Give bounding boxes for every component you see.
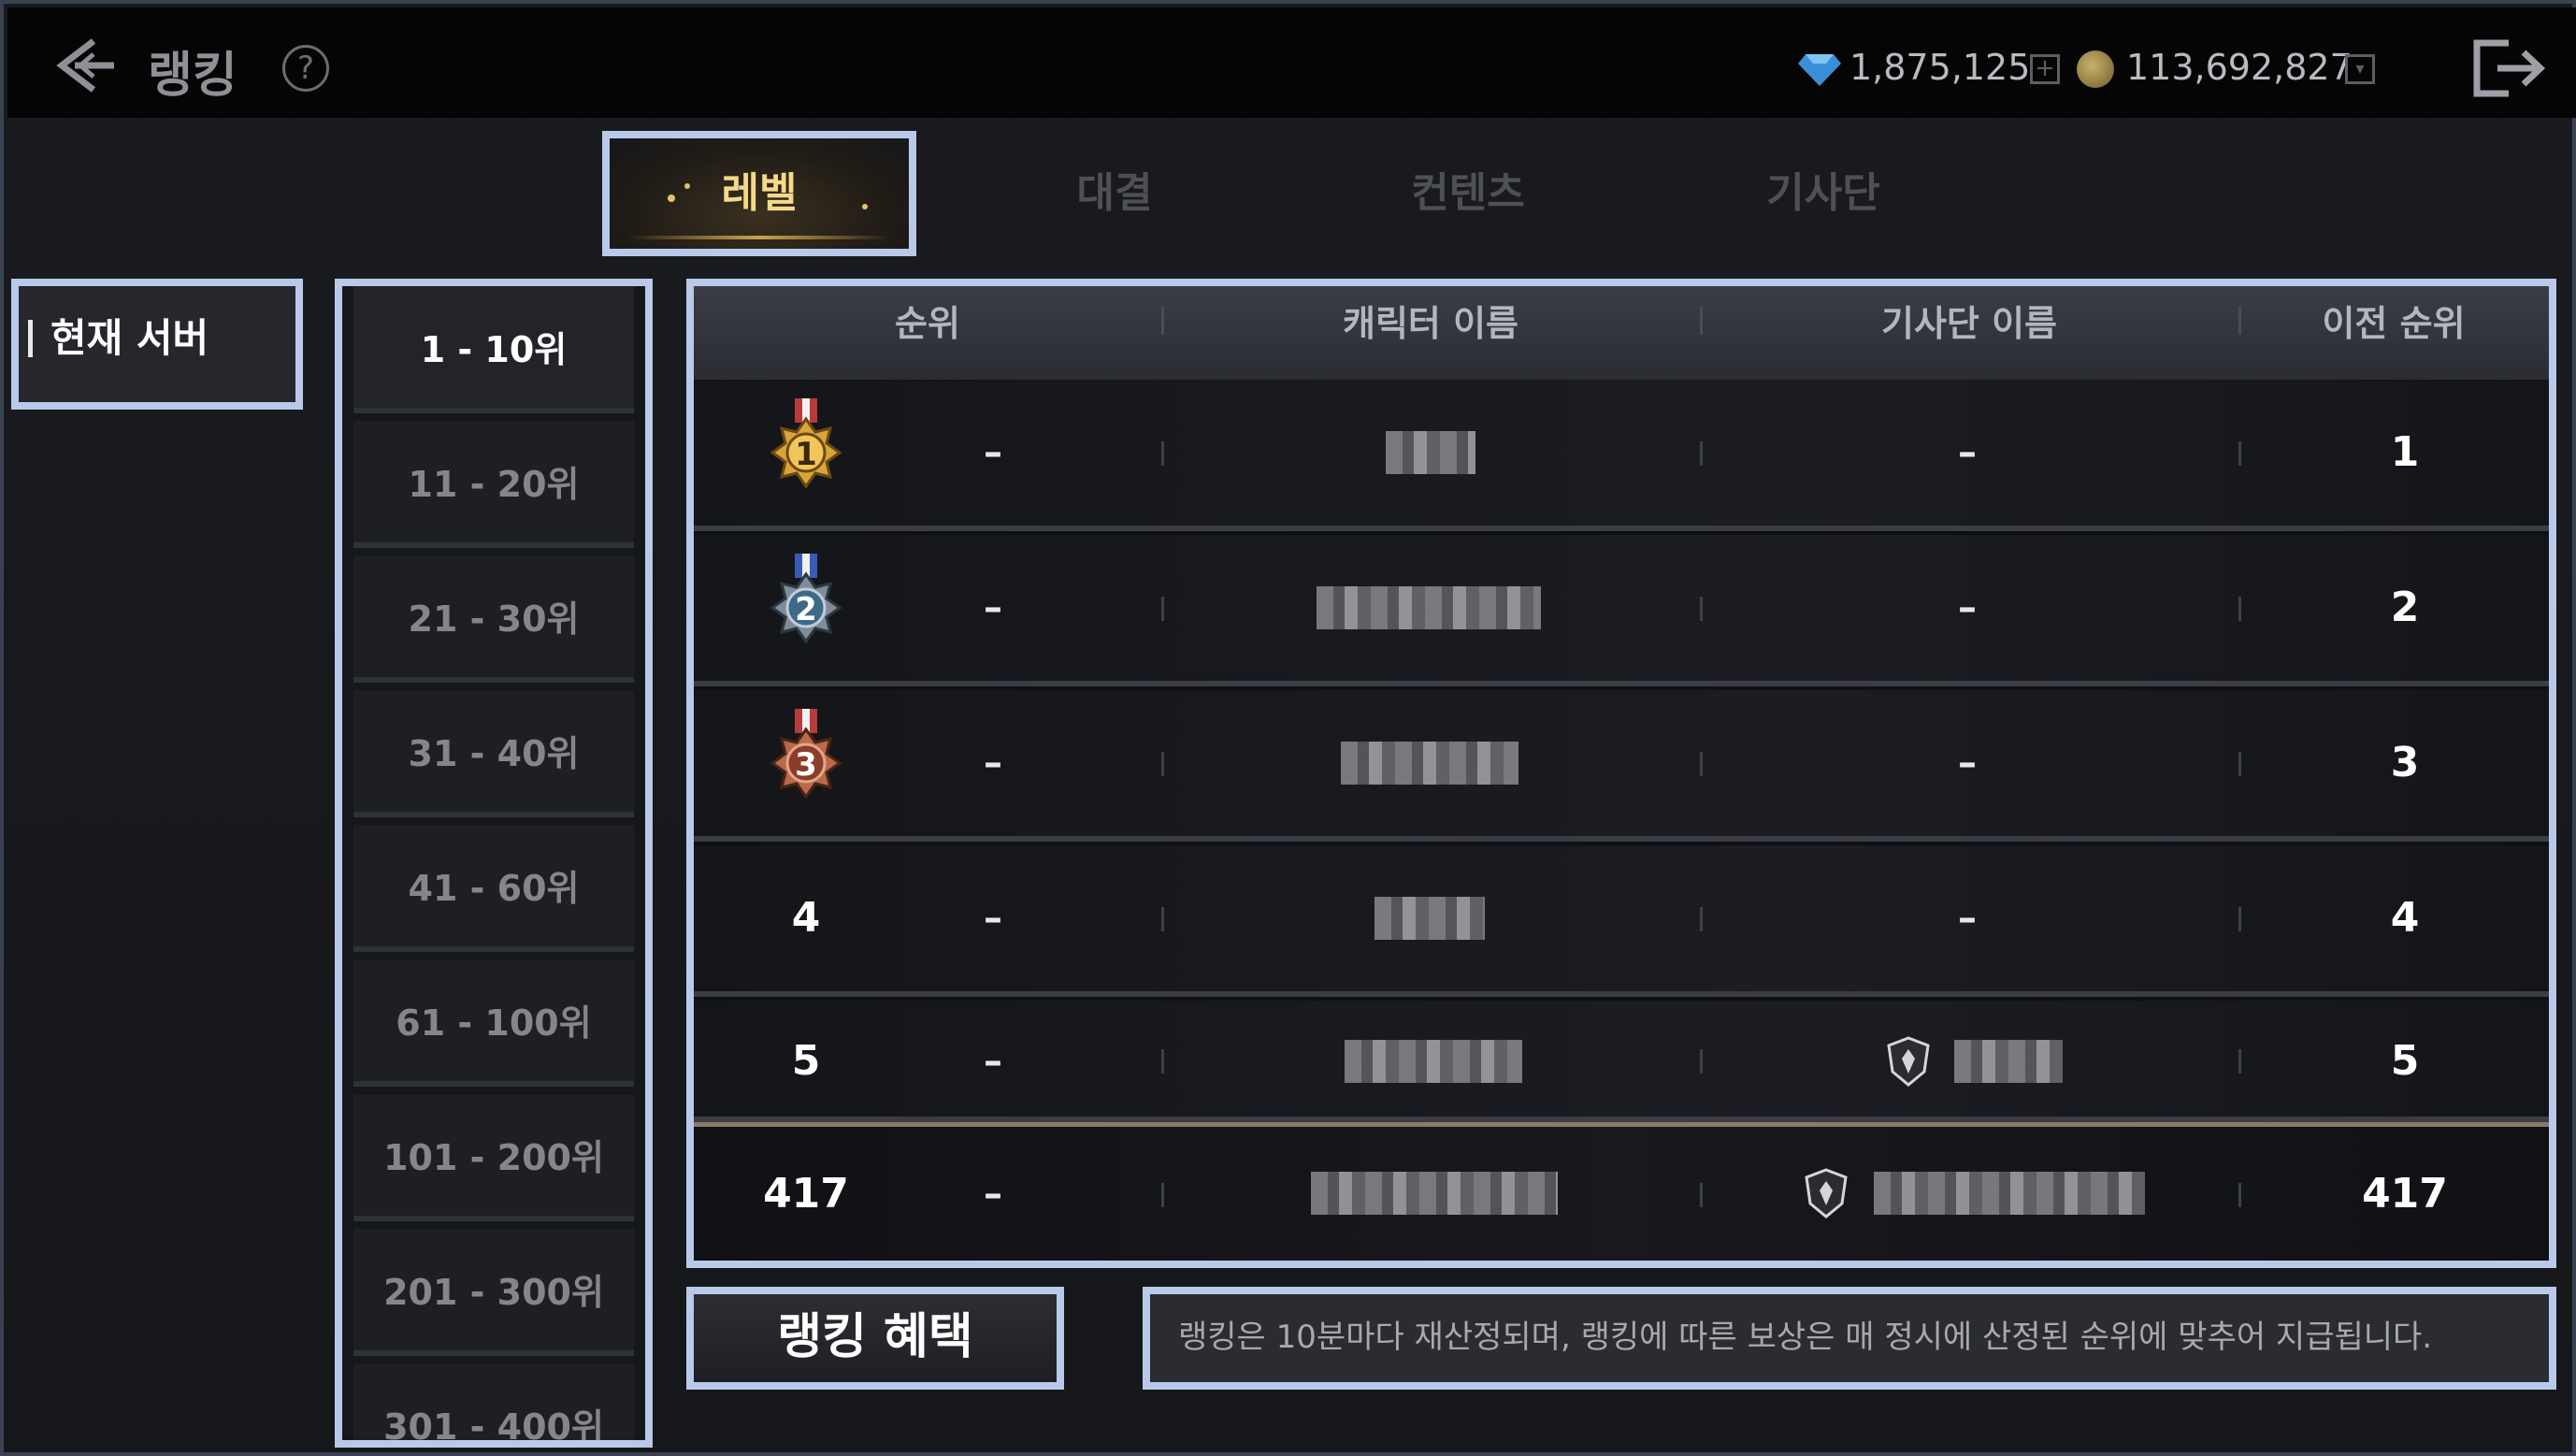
cell-divider bbox=[1161, 1183, 1164, 1207]
range-item[interactable]: 21 - 30위 bbox=[353, 555, 634, 683]
range-item[interactable]: 61 - 100위 bbox=[353, 959, 634, 1087]
exit-icon[interactable] bbox=[2471, 37, 2546, 99]
cell-divider bbox=[2238, 441, 2241, 466]
cell-divider bbox=[2238, 597, 2241, 621]
blurred-character-name bbox=[1345, 1040, 1522, 1083]
table-row[interactable]: 1 – – 1 bbox=[694, 380, 2549, 531]
gem-count: 1,875,125 bbox=[1849, 47, 2031, 88]
diamond-icon bbox=[1798, 54, 1841, 86]
rank-change: – bbox=[984, 1040, 1002, 1083]
header-previous-rank: 이전 순위 bbox=[2322, 303, 2466, 344]
cell-divider bbox=[1161, 1049, 1164, 1074]
range-item[interactable]: 201 - 300위 bbox=[353, 1229, 634, 1356]
cell-divider bbox=[1161, 752, 1164, 776]
rank-number: 5 bbox=[791, 1037, 821, 1085]
guild-name: – bbox=[1958, 586, 1977, 629]
ranking-notice: 랭킹은 10분마다 재산정되며, 랭킹에 따른 보상은 매 정시에 산정된 순위… bbox=[1143, 1287, 2556, 1390]
table-row[interactable]: 4 – – 4 bbox=[694, 845, 2549, 997]
range-item[interactable]: 41 - 60위 bbox=[353, 825, 634, 952]
ranking-benefits-button[interactable]: 랭킹 혜택 bbox=[686, 1287, 1064, 1390]
guild-name: – bbox=[1958, 431, 1977, 474]
blurred-character-name bbox=[1374, 897, 1485, 940]
blurred-guild-name bbox=[1874, 1172, 2145, 1215]
cell-divider bbox=[1700, 1183, 1703, 1207]
help-icon[interactable]: ? bbox=[282, 45, 329, 92]
rank-change: – bbox=[984, 1173, 1002, 1216]
header-guild-name: 기사단 이름 bbox=[1880, 303, 2058, 344]
previous-rank: 5 bbox=[2390, 1037, 2420, 1085]
previous-rank: 1 bbox=[2390, 428, 2420, 476]
sparkle-decoration bbox=[668, 195, 675, 202]
current-server-button[interactable]: 현재 서버 bbox=[11, 279, 303, 410]
range-item[interactable]: 31 - 40위 bbox=[353, 690, 634, 817]
guild-name: – bbox=[1958, 897, 1977, 940]
rank-change: – bbox=[984, 742, 1002, 785]
table-row[interactable]: 2 – – 2 bbox=[694, 535, 2549, 686]
range-item[interactable]: 301 - 400위 bbox=[353, 1363, 634, 1440]
blurred-character-name bbox=[1311, 1172, 1558, 1215]
header-character-name: 캐릭터 이름 bbox=[1342, 303, 1519, 344]
my-previous-rank: 417 bbox=[2362, 1170, 2448, 1218]
tab-level[interactable]: 레벨 bbox=[602, 131, 916, 256]
sparkle-decoration bbox=[684, 183, 690, 189]
tab-duel[interactable]: 대결 bbox=[957, 131, 1272, 256]
table-row[interactable]: 5 – 5 bbox=[694, 1001, 2549, 1122]
ranking-table: 순위 캐릭터 이름 기사단 이름 이전 순위 1 – – 1 2 – – 2 3… bbox=[686, 279, 2556, 1268]
my-rank-number: 417 bbox=[763, 1170, 849, 1218]
cell-divider bbox=[1161, 907, 1164, 931]
cell-divider bbox=[1161, 441, 1164, 466]
blurred-character-name bbox=[1386, 431, 1475, 474]
range-item[interactable]: 101 - 200위 bbox=[353, 1094, 634, 1221]
sparkle-decoration bbox=[862, 204, 868, 209]
top-bar: 랭킹 ? 1,875,125 + 113,692,827 ▾ bbox=[7, 7, 2576, 118]
chevron-down-icon[interactable]: ▾ bbox=[2345, 54, 2375, 84]
my-rank-row[interactable]: 417 – 417 bbox=[694, 1122, 2549, 1261]
gold-count: 113,692,827 bbox=[2126, 47, 2353, 88]
rank-change: – bbox=[984, 431, 1002, 474]
rank-number: 4 bbox=[791, 894, 821, 942]
tab-contents[interactable]: 컨텐츠 bbox=[1311, 131, 1625, 256]
page-title: 랭킹 bbox=[148, 48, 237, 104]
cell-divider bbox=[2238, 907, 2241, 931]
rank-number: 3 bbox=[795, 746, 817, 784]
cell-divider bbox=[1700, 597, 1703, 621]
cell-divider bbox=[1700, 752, 1703, 776]
rank-number: 2 bbox=[795, 591, 817, 628]
back-arrow-icon[interactable] bbox=[52, 36, 118, 95]
header-rank: 순위 bbox=[895, 303, 960, 344]
rank-change: – bbox=[984, 897, 1002, 940]
blurred-guild-name bbox=[1954, 1040, 2063, 1083]
cell-divider bbox=[1700, 1049, 1703, 1074]
previous-rank: 4 bbox=[2390, 894, 2420, 942]
guild-name: – bbox=[1958, 742, 1977, 785]
gold-coin-icon bbox=[2077, 50, 2114, 88]
tab-knights[interactable]: 기사단 bbox=[1666, 131, 1980, 256]
table-header: 순위 캐릭터 이름 기사단 이름 이전 순위 bbox=[694, 286, 2549, 380]
blurred-character-name bbox=[1341, 742, 1518, 785]
add-gems-icon[interactable]: + bbox=[2030, 54, 2060, 84]
table-row[interactable]: 3 – – 3 bbox=[694, 690, 2549, 842]
knights-emblem-icon bbox=[1887, 1036, 1930, 1087]
previous-rank: 2 bbox=[2390, 584, 2420, 631]
knights-emblem-icon bbox=[1805, 1168, 1848, 1218]
range-item[interactable]: 11 - 20위 bbox=[353, 421, 634, 548]
rank-range-list: 1 - 10위 11 - 20위 21 - 30위 31 - 40위 41 - … bbox=[335, 279, 653, 1448]
game-window: 랭킹 ? 1,875,125 + 113,692,827 ▾ 레벨 대결 컨텐츠… bbox=[0, 0, 2576, 1456]
tab-label: 레벨 bbox=[721, 169, 798, 217]
previous-rank: 3 bbox=[2390, 739, 2420, 786]
cell-divider bbox=[1161, 597, 1164, 621]
cell-divider bbox=[2238, 1183, 2241, 1207]
cell-divider bbox=[1700, 907, 1703, 931]
range-item[interactable]: 1 - 10위 bbox=[353, 286, 634, 413]
cell-divider bbox=[2238, 752, 2241, 776]
rank-number: 1 bbox=[795, 436, 817, 473]
cell-divider bbox=[2238, 1049, 2241, 1074]
blurred-character-name bbox=[1317, 586, 1541, 629]
rank-change: – bbox=[984, 586, 1002, 629]
cell-divider bbox=[1700, 441, 1703, 466]
